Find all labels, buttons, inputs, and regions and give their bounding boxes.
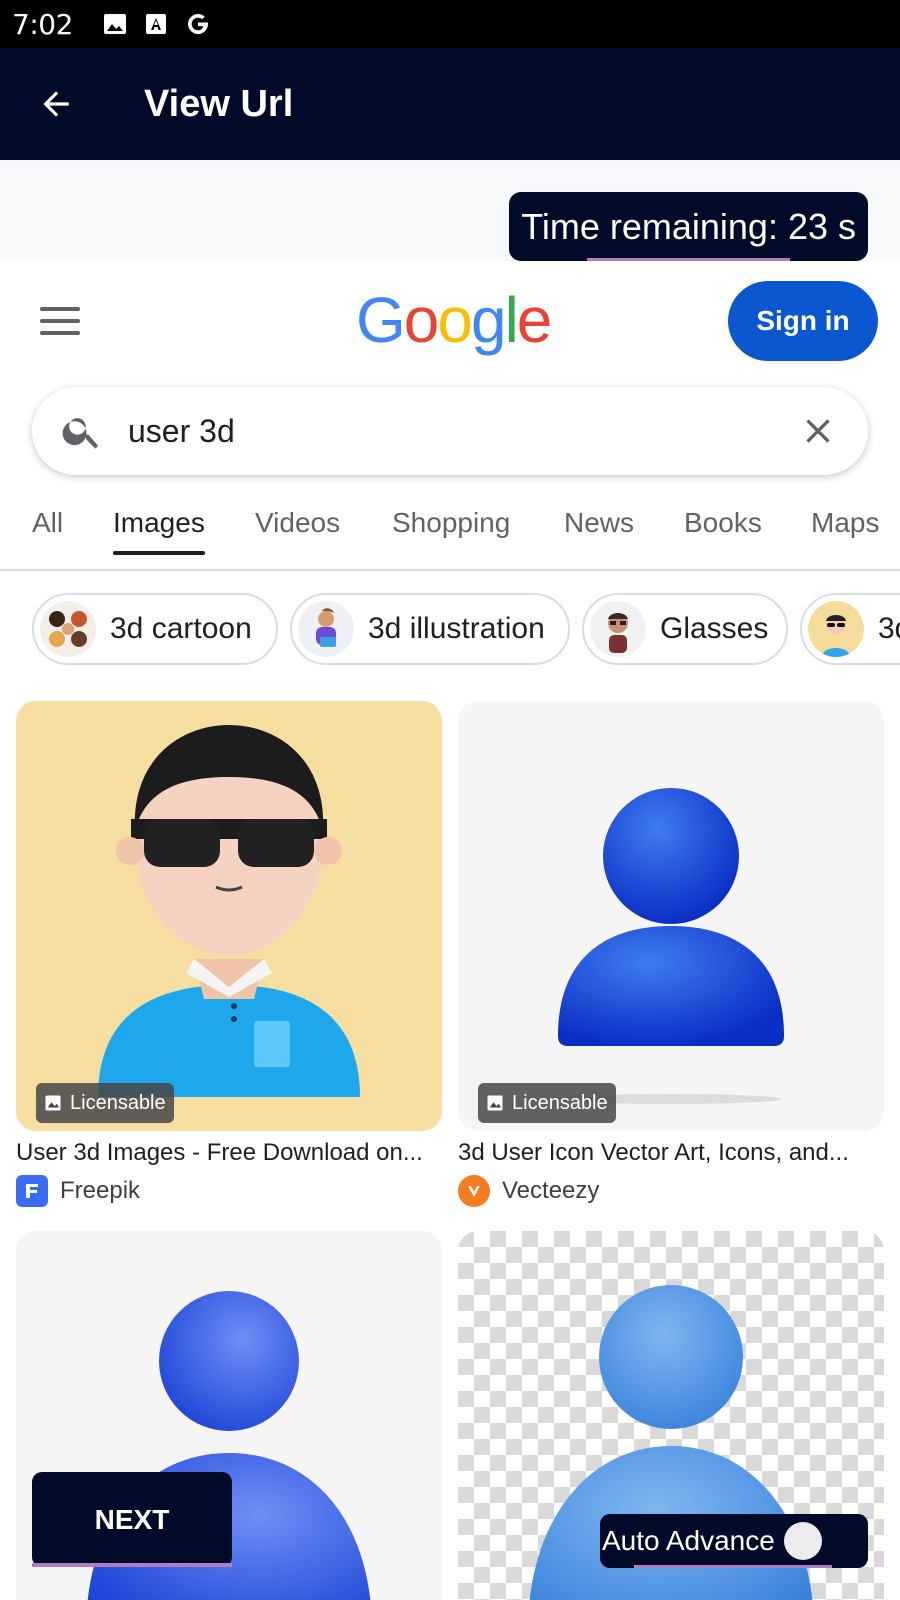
tab-all[interactable]: All	[32, 507, 63, 553]
logo-letter-o1: o	[403, 284, 440, 356]
result-title[interactable]: User 3d Images - Free Download on...	[16, 1139, 442, 1167]
font-icon	[145, 12, 167, 36]
vecteezy-icon	[458, 1175, 490, 1207]
logo-letter-e: e	[516, 284, 553, 356]
search-icon	[62, 418, 99, 449]
tab-books[interactable]: Books	[684, 507, 762, 553]
chip-label: 3d	[878, 612, 900, 645]
app-bar: View Url	[0, 48, 900, 160]
result-source[interactable]: Vecteezy	[458, 1175, 599, 1207]
chip-thumbnail	[40, 601, 96, 657]
chip-thumbnail	[590, 601, 646, 657]
source-name: Freepik	[60, 1177, 141, 1204]
related-chips: 3d cartoon 3d illustration Glasses 3d	[0, 571, 900, 686]
tab-videos[interactable]: Videos	[255, 507, 340, 553]
tab-news[interactable]: News	[564, 507, 634, 553]
image-icon	[103, 12, 127, 36]
image-result-card[interactable]: Licensable User 3d Images - Free Downloa…	[16, 701, 442, 1211]
close-icon[interactable]	[798, 411, 838, 451]
auto-advance-underline	[634, 1565, 832, 1568]
timer-text: Time remaining: 23 s	[521, 205, 856, 247]
source-name: Vecteezy	[502, 1177, 600, 1204]
image-icon	[45, 1095, 61, 1111]
licensable-badge: Licensable	[478, 1083, 616, 1123]
chip-label: 3d illustration	[368, 612, 545, 645]
result-title[interactable]: 3d User Icon Vector Art, Icons, and...	[458, 1139, 884, 1167]
image-icon	[487, 1095, 503, 1111]
tab-maps[interactable]: Maps	[811, 507, 900, 553]
hamburger-menu-icon[interactable]	[40, 307, 80, 337]
auto-advance-label: Auto Advance	[602, 1525, 775, 1556]
search-tabs: All Images Videos Shopping News Books Ma…	[0, 495, 900, 571]
result-source[interactable]: Freepik	[16, 1175, 140, 1207]
search-input[interactable]: user 3d	[128, 409, 235, 453]
badge-label: Licensable	[70, 1091, 166, 1114]
status-time: 7:02	[12, 7, 73, 41]
next-underline	[32, 1563, 232, 1567]
logo-letter-g2: g	[470, 284, 507, 356]
status-icons	[103, 11, 211, 37]
logo-letter-o2: o	[437, 284, 473, 356]
chip-3d-cartoon[interactable]: 3d cartoon	[32, 593, 278, 665]
sign-in-button[interactable]: Sign in	[728, 281, 878, 361]
badge-label: Licensable	[512, 1091, 608, 1114]
result-image[interactable]	[16, 701, 442, 1131]
logo-letter-g: G	[356, 284, 406, 356]
tab-active-indicator	[113, 551, 205, 555]
chip-3d[interactable]: 3d	[800, 593, 900, 665]
tab-shopping[interactable]: Shopping	[392, 507, 510, 553]
toggle-knob	[784, 1522, 822, 1560]
image-result-card[interactable]: Licensable 3d User Icon Vector Art, Icon…	[458, 701, 884, 1211]
timer-badge: Time remaining: 23 s	[509, 192, 868, 261]
google-logo[interactable]: Google	[356, 283, 553, 357]
next-label: NEXT	[94, 1503, 170, 1535]
chip-thumbnail	[298, 601, 354, 657]
page-title: View Url	[144, 82, 294, 125]
result-image[interactable]	[458, 701, 884, 1131]
freepik-icon	[16, 1175, 48, 1207]
google-icon	[185, 11, 211, 37]
auto-advance-control: Auto Advance	[600, 1514, 868, 1568]
timer-strip: Time remaining: 23 s	[0, 160, 900, 261]
status-bar: 7:02	[0, 0, 900, 48]
chip-label: 3d cartoon	[110, 612, 252, 645]
chip-3d-illustration[interactable]: 3d illustration	[290, 593, 570, 665]
next-button[interactable]: NEXT	[32, 1472, 232, 1567]
arrow-back-icon	[43, 91, 69, 117]
licensable-badge: Licensable	[36, 1083, 174, 1123]
back-button[interactable]	[26, 74, 86, 134]
tab-images-label: Images	[113, 507, 205, 538]
search-box[interactable]: user 3d	[32, 387, 868, 475]
tab-images[interactable]: Images	[113, 507, 205, 555]
logo-letter-l: l	[504, 284, 519, 356]
chip-glasses[interactable]: Glasses	[582, 593, 788, 665]
chip-thumbnail	[808, 601, 864, 657]
chip-label: Glasses	[660, 612, 769, 645]
auto-advance-toggle[interactable]	[784, 1522, 844, 1560]
google-header: Google Sign in	[0, 261, 900, 377]
